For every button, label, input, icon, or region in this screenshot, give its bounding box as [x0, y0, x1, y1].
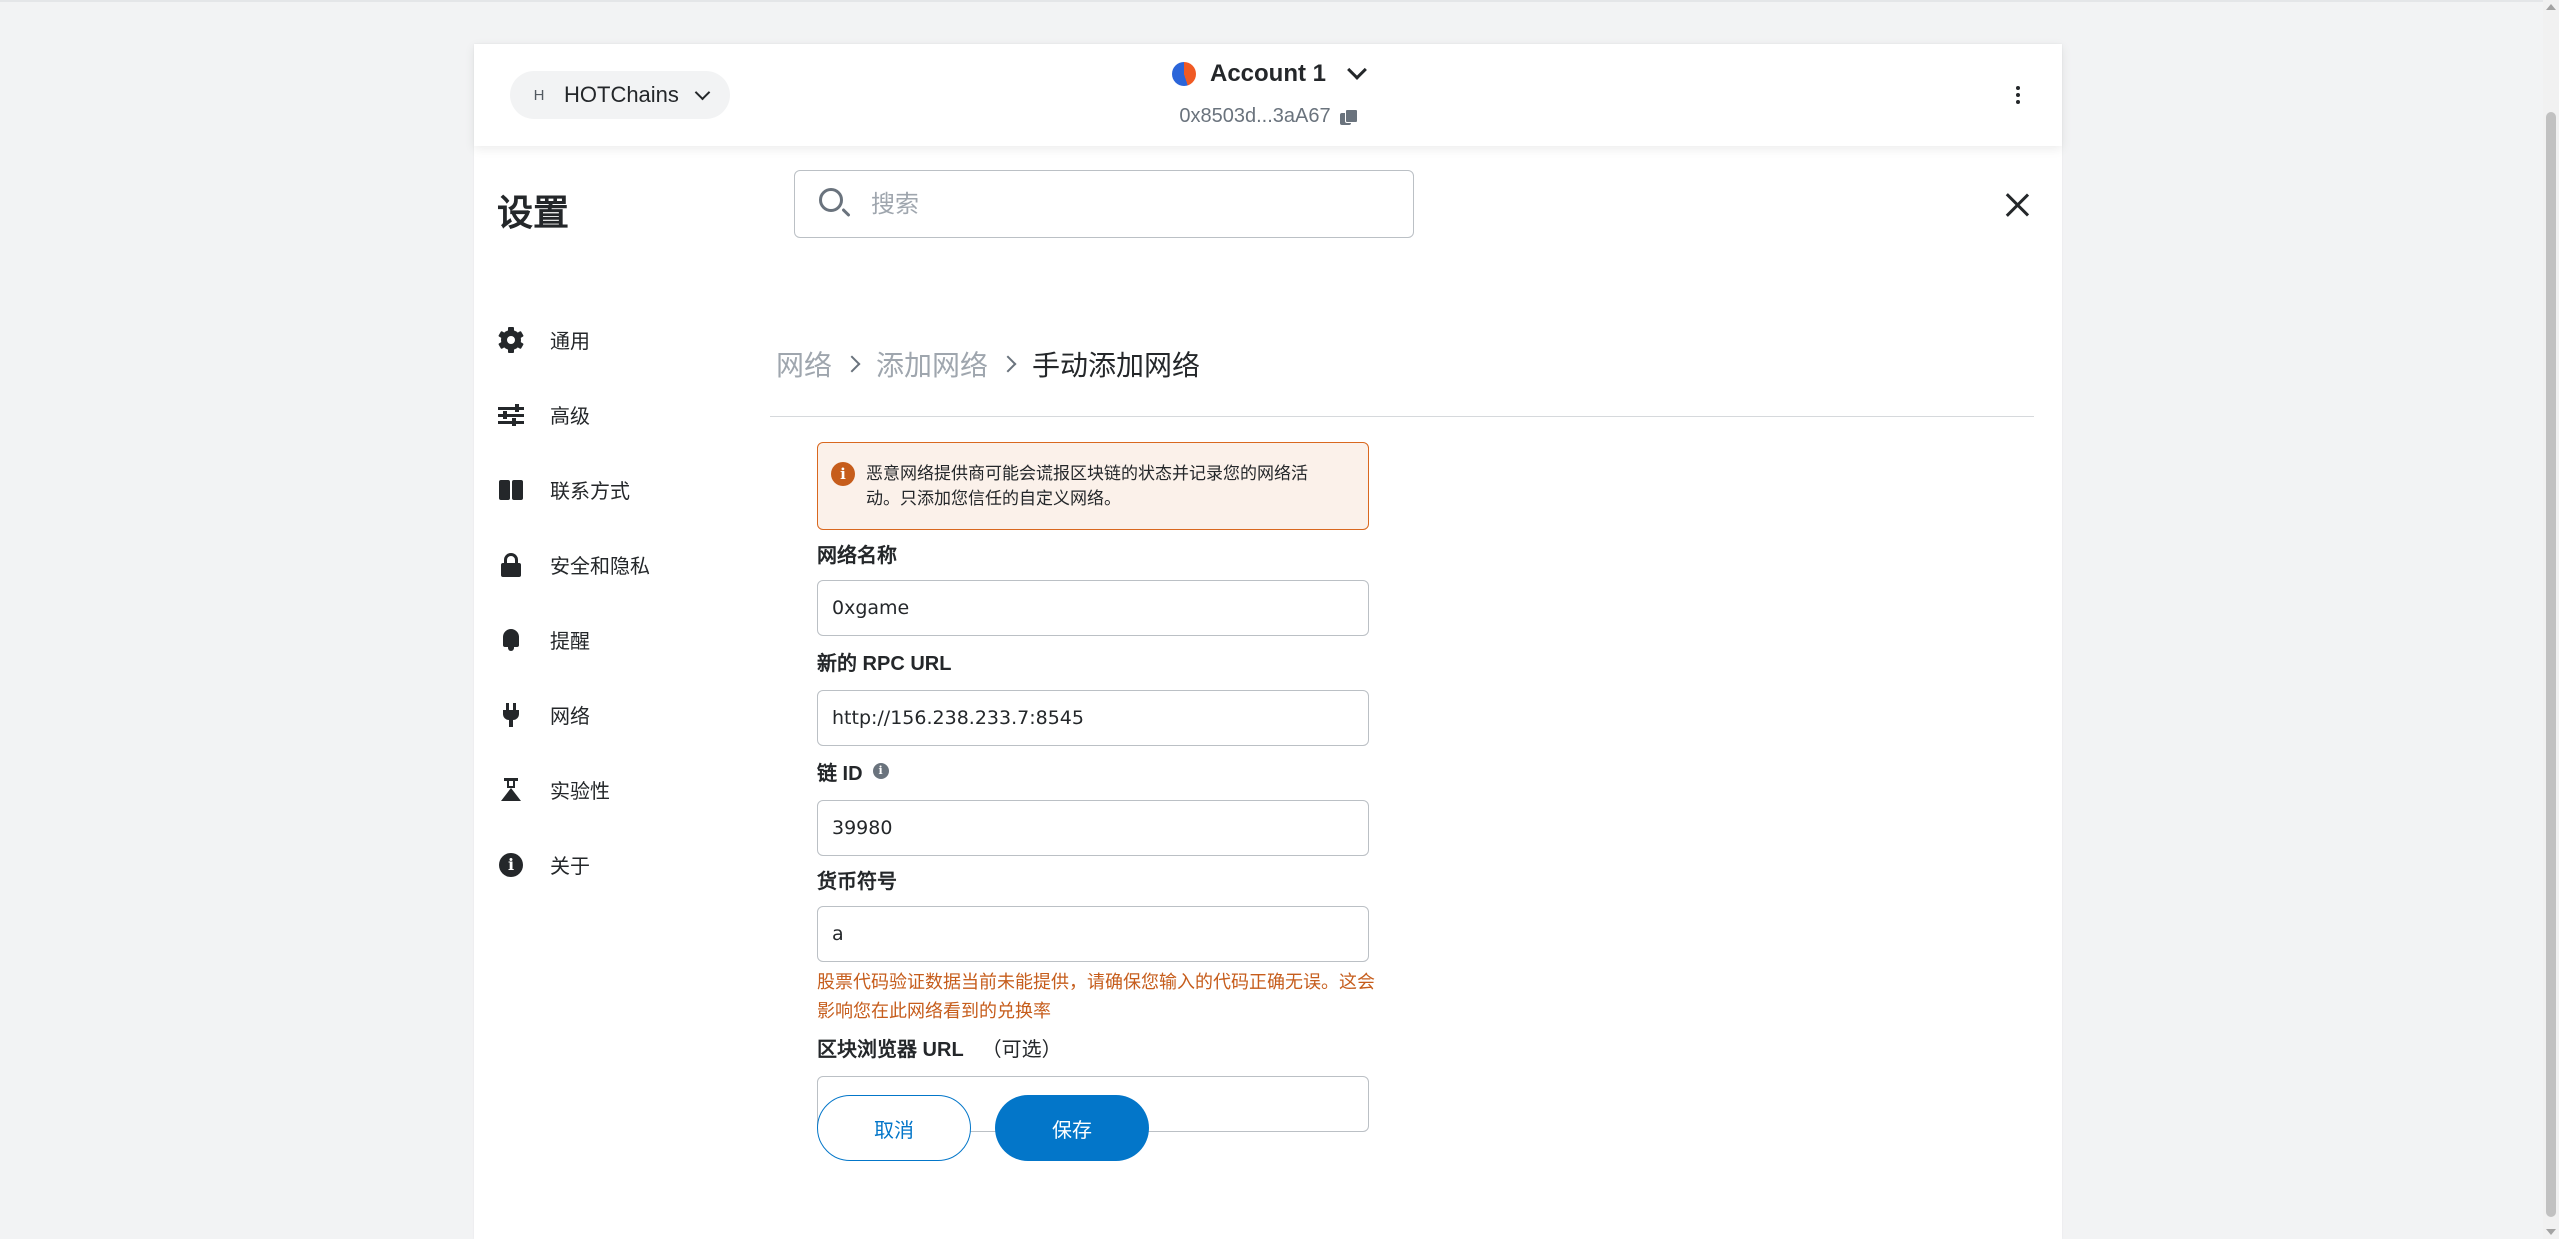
- warning-text: 恶意网络提供商可能会谎报区块链的状态并记录您的网络活动。只添加您信任的自定义网络…: [866, 464, 1308, 508]
- sidebar-item-label: 网络: [550, 706, 590, 728]
- more-options-icon[interactable]: [2008, 82, 2028, 108]
- add-network-form: i 恶意网络提供商可能会谎报区块链的状态并记录您的网络活动。只添加您信任的自定义…: [817, 442, 1375, 1132]
- currency-symbol-error: 股票代码验证数据当前未能提供，请确保您输入的代码正确无误。这会影响您在此网络看到…: [817, 972, 1375, 1021]
- network-name-input[interactable]: [817, 580, 1369, 636]
- settings-sidebar: 通用 高级 联系方式 安全和隐私 提醒 网络 实验性 i 关于: [498, 302, 778, 902]
- currency-symbol-input[interactable]: [817, 906, 1369, 962]
- chain-id-label: 链 ID i: [817, 758, 1369, 785]
- sliders-icon: [498, 402, 524, 428]
- cancel-button[interactable]: 取消: [817, 1095, 971, 1161]
- rpc-url-input[interactable]: [817, 690, 1369, 746]
- lock-icon: [498, 552, 524, 578]
- sidebar-item-label: 高级: [550, 406, 590, 428]
- sidebar-item-about[interactable]: i 关于: [498, 827, 778, 902]
- optional-tag: （可选）: [981, 1038, 1062, 1061]
- chain-id-input[interactable]: [817, 800, 1369, 856]
- sidebar-item-label: 提醒: [550, 631, 590, 653]
- sidebar-item-label: 通用: [550, 331, 590, 353]
- rpc-url-label: 新的 RPC URL: [817, 648, 1369, 675]
- account-address: 0x8503d...3aA67: [1179, 105, 1331, 127]
- book-icon: [498, 477, 524, 503]
- chain-id-label-text: 链 ID: [817, 762, 863, 785]
- breadcrumb-current: 手动添加网络: [1032, 350, 1201, 381]
- explorer-url-label-text: 区块浏览器 URL: [817, 1038, 964, 1061]
- info-icon[interactable]: i: [872, 763, 889, 779]
- sidebar-item-general[interactable]: 通用: [498, 302, 778, 377]
- app-window: H HOTChains Account 1 0x8503d...3aA67 设置: [474, 44, 2062, 1239]
- gear-icon: [498, 326, 524, 353]
- scroll-down-arrow-icon[interactable]: [2546, 1229, 2556, 1235]
- scroll-up-arrow-icon[interactable]: [2546, 4, 2556, 10]
- close-icon[interactable]: [2004, 192, 2030, 218]
- copy-icon: [1339, 108, 1358, 126]
- search-input[interactable]: [869, 189, 1373, 219]
- warning-banner: i 恶意网络提供商可能会谎报区块链的状态并记录您的网络活动。只添加您信任的自定义…: [817, 442, 1369, 530]
- divider: [770, 416, 2034, 417]
- save-button[interactable]: 保存: [995, 1095, 1149, 1161]
- chevron-down-icon: [1347, 60, 1367, 80]
- sidebar-item-label: 联系方式: [550, 481, 630, 503]
- network-name-label: 网络名称: [817, 540, 1369, 567]
- currency-symbol-label: 货币符号: [817, 866, 1369, 893]
- breadcrumb-networks[interactable]: 网络: [776, 344, 832, 384]
- sidebar-item-advanced[interactable]: 高级: [498, 377, 778, 452]
- sidebar-item-alerts[interactable]: 提醒: [498, 602, 778, 677]
- copy-address-button[interactable]: 0x8503d...3aA67: [1179, 105, 1358, 128]
- app-header: H HOTChains Account 1 0x8503d...3aA67: [474, 44, 2062, 146]
- bell-icon: [498, 627, 524, 653]
- currency-symbol-label-text: 货币符号: [817, 870, 897, 893]
- sidebar-item-label: 关于: [550, 856, 590, 878]
- sidebar-item-contacts[interactable]: 联系方式: [498, 452, 778, 527]
- rpc-url-label-text: 新的 RPC URL: [817, 652, 952, 675]
- account-selector[interactable]: Account 1: [1171, 60, 1367, 88]
- breadcrumb-add-network[interactable]: 添加网络: [876, 344, 988, 384]
- sidebar-item-experimental[interactable]: 实验性: [498, 752, 778, 827]
- warning-icon: i: [831, 462, 855, 486]
- account-name: Account 1: [1209, 60, 1326, 87]
- chevron-right-icon: [843, 355, 861, 373]
- account-area: Account 1 0x8503d...3aA67: [474, 60, 2062, 128]
- window-top-border: [0, 0, 2559, 2]
- network-name-label-text: 网络名称: [817, 544, 897, 567]
- plug-icon: [498, 702, 524, 728]
- breadcrumb: 网络 添加网络 手动添加网络: [776, 344, 1200, 384]
- sidebar-item-label: 安全和隐私: [550, 556, 650, 578]
- page-scrollbar[interactable]: [2543, 0, 2559, 1239]
- explorer-url-label: 区块浏览器 URL （可选）: [817, 1034, 1369, 1061]
- account-avatar-icon: [1171, 62, 1196, 86]
- settings-search[interactable]: [794, 170, 1414, 238]
- search-icon: [819, 188, 851, 220]
- sidebar-item-security[interactable]: 安全和隐私: [498, 527, 778, 602]
- scrollbar-thumb[interactable]: [2546, 112, 2556, 1217]
- info-icon: i: [498, 852, 524, 878]
- chevron-right-icon: [999, 355, 1017, 373]
- page-title: 设置: [497, 192, 570, 233]
- sidebar-item-networks[interactable]: 网络: [498, 677, 778, 752]
- flask-icon: [498, 777, 524, 803]
- sidebar-item-label: 实验性: [550, 781, 610, 803]
